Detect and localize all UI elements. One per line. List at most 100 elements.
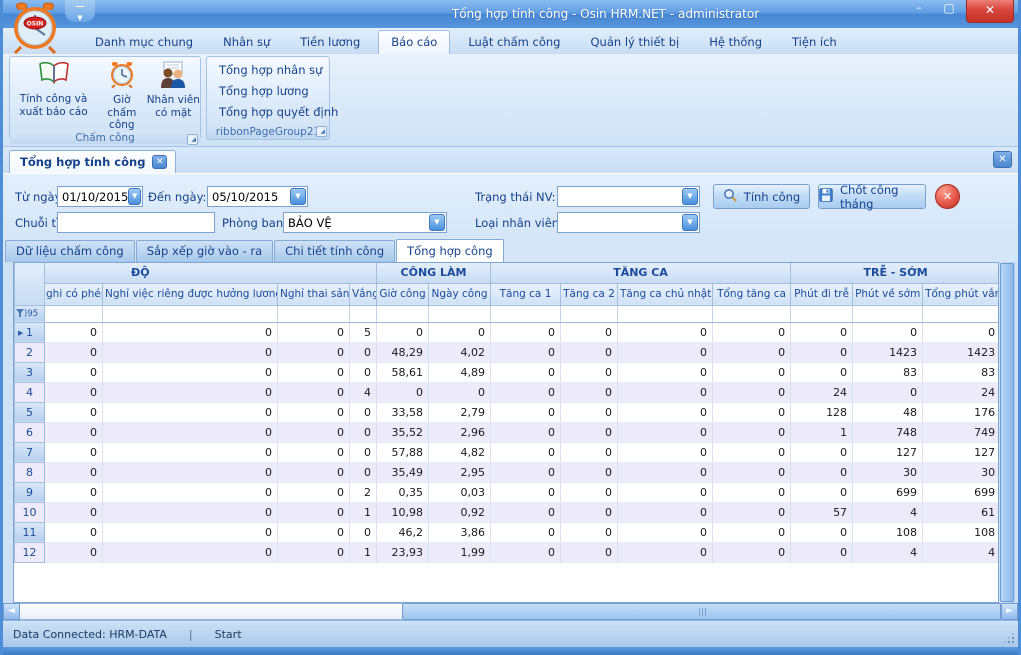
ribbon-menu-item-3[interactable]: Tổng hợp quyết định [207, 103, 329, 121]
grid-cell[interactable]: 0 [561, 442, 618, 462]
grid-cell[interactable]: 1 [791, 422, 853, 442]
grid-cell[interactable]: 0 [791, 362, 853, 382]
grid-row[interactable]: 12000123,931,990000044 [15, 542, 1000, 562]
grid-cell[interactable]: 0 [278, 322, 350, 342]
grid-cell[interactable]: 2,95 [429, 462, 491, 482]
grid-cell[interactable]: 0 [278, 442, 350, 462]
grid-cell[interactable]: 0 [103, 402, 278, 422]
grid-cell[interactable]: 0 [45, 322, 103, 342]
grid-row[interactable]: 6000035,522,9600001748749 [15, 422, 1000, 442]
ribbon-menu-item-2[interactable]: Tổng hợp lương [207, 82, 329, 100]
ribbon-tab-7[interactable]: Hệ thống [697, 31, 774, 54]
auto-filter-cell[interactable] [923, 305, 999, 322]
grid-cell[interactable]: 0 [491, 482, 561, 502]
grid-cell[interactable]: 83 [853, 362, 923, 382]
close-tab-icon[interactable]: ✕ [152, 155, 167, 169]
grid-cell[interactable]: 35,52 [377, 422, 429, 442]
grid-cell[interactable]: 57,88 [377, 442, 429, 462]
ribbon-tab-3[interactable]: Tiền lương [288, 31, 372, 54]
grid-cell[interactable]: 0 [491, 382, 561, 402]
tu-ngay-combobox[interactable]: 01/10/2015▼ [57, 186, 143, 207]
nhan-vien-co-mat-button[interactable]: Nhân viên có mặt [147, 57, 200, 132]
grid-cell[interactable]: 0 [791, 522, 853, 542]
grid-cell[interactable]: 0 [713, 322, 791, 342]
auto-filter-cell[interactable] [45, 305, 103, 322]
auto-filter-cell[interactable] [491, 305, 561, 322]
grid-cell[interactable]: 0 [713, 362, 791, 382]
grid-cell[interactable]: 0 [103, 482, 278, 502]
column-header[interactable]: ghi có phép [45, 283, 103, 305]
column-header[interactable]: Tổng phút vắng [923, 283, 999, 305]
grid-cell[interactable]: 0,03 [429, 482, 491, 502]
grid-cell[interactable]: 0 [791, 342, 853, 362]
auto-filter-cell[interactable] [350, 305, 377, 322]
grid-cell[interactable]: 4,02 [429, 342, 491, 362]
close-window-button[interactable]: ✕ [966, 0, 1014, 23]
grid-cell[interactable]: 23,93 [377, 542, 429, 562]
grid-cell[interactable]: 1,99 [429, 542, 491, 562]
grid-cell[interactable]: 0 [45, 522, 103, 542]
grid-cell[interactable]: 48 [853, 402, 923, 422]
grid-cell[interactable]: 0 [491, 422, 561, 442]
grid-row[interactable]: 900020,350,0300000699699 [15, 482, 1000, 502]
grid-cell[interactable]: 10,98 [377, 502, 429, 522]
grid-cell[interactable]: 3,86 [429, 522, 491, 542]
grid-cell[interactable]: 0 [713, 482, 791, 502]
grid-cell[interactable]: 108 [853, 522, 923, 542]
grid-cell[interactable]: 2 [350, 482, 377, 502]
grid-cell[interactable]: 0 [561, 522, 618, 542]
grid-cell[interactable]: 0 [103, 342, 278, 362]
grid-cell[interactable]: 0 [103, 362, 278, 382]
grid-cell[interactable]: 0 [45, 402, 103, 422]
grid-cell[interactable]: 0 [491, 402, 561, 422]
grid-cell[interactable]: 0 [278, 462, 350, 482]
grid-cell[interactable]: 0 [429, 382, 491, 402]
grid-cell[interactable]: 0 [45, 462, 103, 482]
grid-cell[interactable]: 0 [791, 322, 853, 342]
grid-cell[interactable]: 0 [713, 342, 791, 362]
chevron-down-icon[interactable]: ▼ [290, 188, 306, 205]
grid-cell[interactable]: 0 [491, 542, 561, 562]
grid-row[interactable]: ▶10005000000000 [15, 322, 1000, 342]
ribbon-tab-5[interactable]: Luật chấm công [456, 31, 572, 54]
grid-cell[interactable]: 4 [853, 542, 923, 562]
auto-filter-cell[interactable] [103, 305, 278, 322]
grid-cell[interactable]: 0 [561, 542, 618, 562]
grid-cell[interactable]: 748 [853, 422, 923, 442]
grid-cell[interactable]: 0 [45, 442, 103, 462]
grid-cell[interactable]: 0 [350, 402, 377, 422]
auto-filter-cell[interactable] [429, 305, 491, 322]
grid-cell[interactable]: 0 [45, 382, 103, 402]
grid-cell[interactable]: 0 [429, 322, 491, 342]
grid-cell[interactable]: 0 [350, 342, 377, 362]
grid-cell[interactable]: 0 [618, 482, 713, 502]
close-filter-button[interactable]: ✕ [935, 184, 960, 209]
grid-cell[interactable]: 0 [713, 402, 791, 422]
chevron-down-icon[interactable]: ▼ [682, 214, 698, 231]
chevron-down-icon[interactable]: ▼ [128, 188, 141, 205]
grid-cell[interactable]: 0 [713, 382, 791, 402]
grid-cell[interactable]: 30 [923, 462, 999, 482]
tinh-cong-xuat-bao-cao-button[interactable]: Tính công và xuất báo cáo [10, 57, 97, 132]
grid-cell[interactable]: 0 [278, 482, 350, 502]
grid-row[interactable]: 11000046,23,8600000108108 [15, 522, 1000, 542]
grid-cell[interactable]: 0 [103, 322, 278, 342]
grid-cell[interactable]: 0 [491, 342, 561, 362]
grid-cell[interactable]: 0 [377, 382, 429, 402]
grid-cell[interactable]: 0,35 [377, 482, 429, 502]
grid-cell[interactable]: 0 [103, 522, 278, 542]
grid-cell[interactable]: 5 [350, 322, 377, 342]
vertical-scrollbar[interactable] [999, 262, 1015, 603]
grid-cell[interactable]: 2,96 [429, 422, 491, 442]
grid-cell[interactable]: 0 [618, 422, 713, 442]
grid-cell[interactable]: 57 [791, 502, 853, 522]
grid-row[interactable]: 5000033,582,79000012848176 [15, 402, 1000, 422]
grid-cell[interactable]: 0 [103, 502, 278, 522]
grid-row[interactable]: 8000035,492,95000003030 [15, 462, 1000, 482]
grid-cell[interactable]: 0 [45, 502, 103, 522]
column-header[interactable]: Tăng ca 1 [491, 283, 561, 305]
trang-thai-nv-combobox[interactable]: ▼ [557, 186, 700, 207]
grid-cell[interactable]: 0 [853, 382, 923, 402]
grid-cell[interactable]: 0 [103, 382, 278, 402]
grid-cell[interactable]: 48,29 [377, 342, 429, 362]
